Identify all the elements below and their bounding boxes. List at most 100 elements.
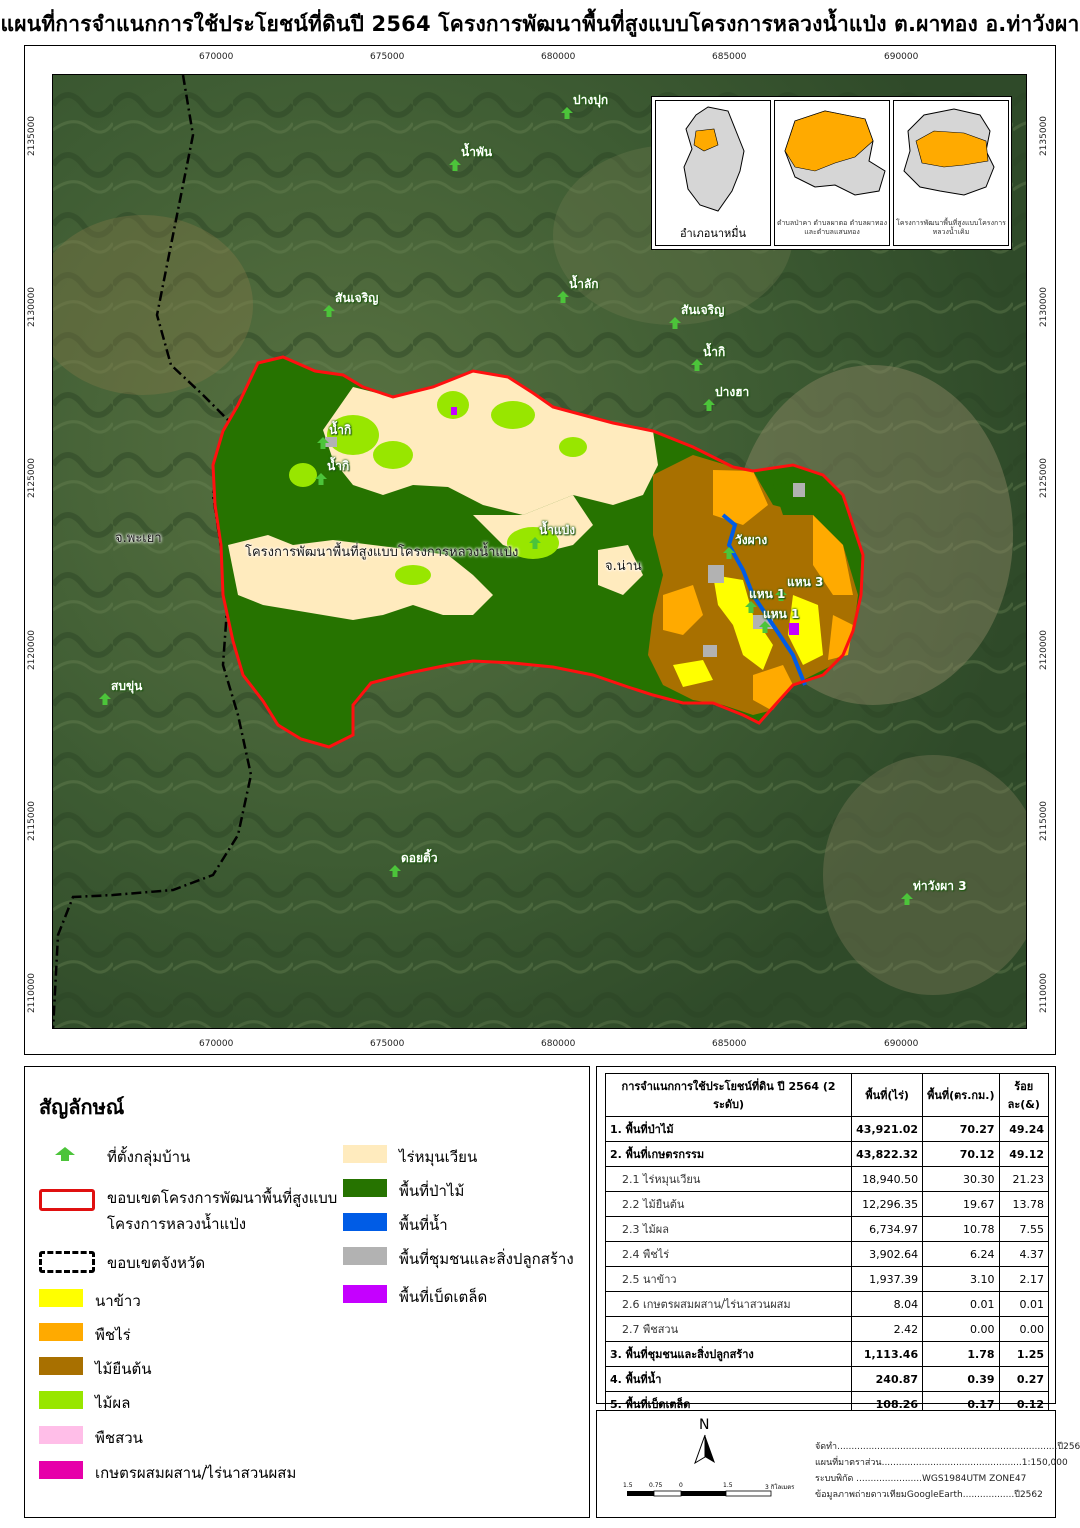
inset-caption: โครงการพัฒนาพื้นที่สูงแบบโครงการหลวงน้ำเ… [896,219,1006,236]
table-row: 2.3 ไม้ผล 6,734.97 10.78 7.55 [604,1216,1049,1242]
row-area-sqkm: 0.00 [922,1316,1000,1342]
field-crop-swatch [39,1323,83,1341]
row-name: 1. พื้นที่ป่าไม้ [604,1116,853,1142]
row-percent: 0.00 [998,1316,1049,1342]
y-tick: 2125000 [1039,457,1050,499]
village-marker-icon[interactable] [323,305,335,317]
row-percent: 21.23 [998,1166,1049,1192]
row-name: 2.6 เกษตรผสมผสาน/ไร่นาสวนผสม [604,1291,853,1317]
row-area-sqkm: 0.01 [922,1291,1000,1317]
x-tick: 690000 [884,1039,919,1049]
place-label: ท่าวังผา 3 [913,879,967,893]
column-header: พื้นที่(ไร่) [851,1073,924,1117]
inset-district[interactable]: อำเภอนาหมื่น [655,100,771,246]
row-area-rai: 12,296.35 [851,1191,924,1217]
legend-item-mixed-farm: เกษตรผสมผสาน/ไร่นาสวนผสม [39,1461,296,1485]
forest-swatch [343,1179,387,1197]
x-tick: 685000 [712,1039,747,1049]
village-marker-icon[interactable] [691,359,703,371]
table-header-row: การจำแนกการใช้ประโยชน์ที่ดิน ปี 2564 (2 … [604,1073,1049,1117]
legend-item-horticulture: พืชสวน [39,1426,143,1450]
shifting-swatch [343,1145,387,1163]
village-marker-icon[interactable] [317,437,329,449]
settlement [703,645,717,657]
y-tick: 2115000 [1039,800,1050,842]
row-percent: 0.01 [998,1291,1049,1317]
misc-swatch [343,1285,387,1303]
row-percent: 2.17 [998,1266,1049,1292]
y-tick: 2110000 [27,972,38,1014]
miscellaneous-area [451,407,457,415]
column-header: ร้อยละ(&) [998,1073,1049,1117]
village-marker-icon[interactable] [315,473,327,485]
x-tick: 680000 [541,1039,576,1049]
mixed-farm-swatch [39,1461,83,1479]
horticulture-swatch [39,1426,83,1444]
village-marker-icon[interactable] [703,399,715,411]
fruit-swatch [39,1391,83,1409]
x-tick: 680000 [541,52,576,62]
village-marker-icon[interactable] [449,159,461,171]
row-name: 2.5 นาข้าว [604,1266,853,1292]
row-area-rai: 3,902.64 [851,1241,924,1267]
landuse-table: การจำแนกการใช้ประโยชน์ที่ดิน ปี 2564 (2 … [604,1073,1049,1442]
table-row: 2.7 พืชสวน 2.42 0.00 0.00 [604,1316,1049,1342]
legend-title: สัญลักษณ์ [39,1095,125,1119]
x-tick: 675000 [370,1039,405,1049]
y-tick: 2125000 [27,457,38,499]
legend-label: พื้นที่เบ็ดเตล็ด [399,1288,488,1306]
row-name: 2. พื้นที่เกษตรกรรม [604,1141,853,1167]
legend-item-fruit: ไม้ผล [39,1391,130,1415]
row-area-sqkm: 1.78 [922,1341,1000,1367]
fruit-tree-patch [491,401,535,429]
meta-source: ข้อมูลภาพถ่ายดาวเทียมGoogleEarth........… [815,1490,1043,1500]
place-label: น้ำกิ [327,459,350,473]
legend-label: ที่ตั้งกลุ่มบ้าน [107,1148,191,1166]
miscellaneous-area [789,623,799,635]
row-name: 2.4 พืชไร่ [604,1241,853,1267]
village-marker-icon[interactable] [557,291,569,303]
village-marker-icon[interactable] [389,865,401,877]
province-boundary-swatch [39,1251,95,1273]
legend-item-settlement: พื้นที่ชุมชนและสิ่งปลูกสร้าง [343,1247,574,1271]
legend-item-paddy: นาข้าว [39,1289,141,1313]
row-area-sqkm: 10.78 [922,1216,1000,1242]
legend-item-shifting: ไร่หมุนเวียน [343,1145,477,1169]
row-area-sqkm: 70.12 [922,1141,1000,1167]
village-marker-icon[interactable] [723,547,735,559]
legend-label: เกษตรผสมผสาน/ไร่นาสวนผสม [95,1464,297,1482]
row-area-rai: 43,822.32 [851,1141,924,1167]
row-percent: 0.27 [998,1366,1049,1392]
table-row: 2.6 เกษตรผสมผสาน/ไร่นาสวนผสม 8.04 0.01 0.01 [604,1291,1049,1317]
legend-item-water: พื้นที่น้ำ [343,1213,448,1237]
row-area-rai: 6,734.97 [851,1216,924,1242]
village-marker-icon[interactable] [669,317,681,329]
row-name: 2.2 ไม้ยืนต้น [604,1191,853,1217]
province-label: จ.น่าน [605,559,642,574]
village-marker-icon[interactable] [561,107,573,119]
row-area-sqkm: 19.67 [922,1191,1000,1217]
inset-project[interactable]: โครงการพัฒนาพื้นที่สูงแบบโครงการหลวงน้ำเ… [893,100,1009,246]
legend-label: พื้นที่น้ำ [399,1216,448,1234]
place-label: วังผาง [735,533,768,547]
settlement [708,565,724,583]
legend-label: พืชไร่ [95,1326,131,1344]
y-tick: 2135000 [27,115,38,157]
row-name: 2.7 พืชสวน [604,1316,853,1342]
y-tick: 2130000 [27,286,38,328]
place-label: สันเจริญ [335,291,379,305]
row-area-sqkm: 70.27 [922,1116,1000,1142]
settlement-swatch [343,1247,387,1265]
legend-item-village: ที่ตั้งกลุ่มบ้าน [51,1145,190,1169]
table-row: 1. พื้นที่ป่าไม้ 43,921.02 70.27 49.24 [604,1116,1049,1142]
row-area-rai: 43,921.02 [851,1116,924,1142]
place-label: น้ำกิ [329,423,352,437]
legend-item-misc: พื้นที่เบ็ดเตล็ด [343,1285,487,1309]
row-name: 4. พื้นที่น้ำ [604,1366,853,1392]
inset-subdistrict[interactable]: ตำบลป่าคา ตำบลผาตอ ตำบลผาทอง และตำบลแสนท… [774,100,890,246]
legend-label: พื้นที่ชุมชนและสิ่งปลูกสร้าง [399,1250,574,1268]
village-marker-icon[interactable] [99,693,111,705]
water-swatch [343,1213,387,1231]
village-marker-icon[interactable] [901,893,913,905]
place-label: ดอยติ้ว [401,851,438,865]
